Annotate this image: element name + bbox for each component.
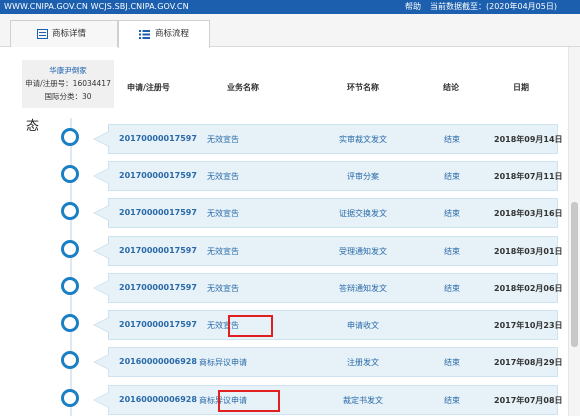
timeline-node xyxy=(61,128,79,146)
table-header: 申请/注册号 业务名称 环节名称 结论 日期 xyxy=(0,62,580,106)
row-date: 2017年07月08日 xyxy=(494,396,563,405)
col-registration-number: 申请/注册号 xyxy=(127,83,170,92)
timeline-node xyxy=(61,277,79,295)
row-conclusion: 结束 xyxy=(444,396,460,405)
tab-trademark-details[interactable]: 商标详情 xyxy=(10,20,118,47)
row-conclusion: 结束 xyxy=(444,284,460,293)
timeline-node xyxy=(61,165,79,183)
col-business-name: 业务名称 xyxy=(227,83,259,92)
data-as-of: 当前数据截至：(2020年04月05日) xyxy=(430,2,557,11)
timeline-node xyxy=(61,351,79,369)
row-conclusion: 结束 xyxy=(444,135,460,144)
table-row: 20170000017597 无效宣告 实审裁文发文 结束 2018年09月14… xyxy=(93,124,563,154)
table-row: 20170000017597 无效宣告 答辩通知发文 结束 2018年02月06… xyxy=(93,273,563,303)
highlight-box xyxy=(228,315,273,337)
timeline-line xyxy=(70,118,72,416)
list-icon xyxy=(139,30,150,39)
table-row: 20170000017597 无效宣告 受理通知发文 结束 2018年03月01… xyxy=(93,236,563,266)
table-row: 20160000006928 商标异议申请 裁定书发文 结束 2017年07月0… xyxy=(93,385,563,415)
row-date: 2018年07月11日 xyxy=(494,172,563,181)
table-row: 20170000017597 无效宣告 评审分案 结束 2018年07月11日 xyxy=(93,161,563,191)
vertical-scrollbar[interactable] xyxy=(568,47,580,416)
table-row: 20170000017597 无效宣告 证据交换发文 结束 2018年03月16… xyxy=(93,198,563,228)
help-link[interactable]: 帮助 xyxy=(405,0,421,14)
row-conclusion: 结束 xyxy=(444,358,460,367)
tab-label: 商标流程 xyxy=(155,29,190,39)
row-date: 2018年03月16日 xyxy=(494,209,563,218)
tab-bar: 商标详情 商标流程 xyxy=(0,14,580,48)
timeline-status-label: 态 xyxy=(26,119,40,134)
col-conclusion: 结论 xyxy=(443,83,459,92)
timeline-node xyxy=(61,314,79,332)
row-conclusion: 结束 xyxy=(444,209,460,218)
row-conclusion: 结束 xyxy=(444,172,460,181)
row-conclusion: 结束 xyxy=(444,247,460,256)
top-bar: WWW.CNIPA.GOV.CN WCJS.SBJ.CNIPA.GOV.CN 帮… xyxy=(0,0,580,14)
row-date: 2018年02月06日 xyxy=(494,284,563,293)
table-row: 20160000006928 商标异议申请 注册发文 结束 2017年08月29… xyxy=(93,347,563,377)
highlight-box xyxy=(218,390,280,412)
site-url: WWW.CNIPA.GOV.CN WCJS.SBJ.CNIPA.GOV.CN xyxy=(4,2,189,11)
scrollbar-thumb[interactable] xyxy=(571,202,578,347)
tab-trademark-process[interactable]: 商标流程 xyxy=(118,20,210,48)
row-date: 2018年09月14日 xyxy=(494,135,563,144)
tab-label: 商标详情 xyxy=(52,29,87,39)
row-date: 2017年10月23日 xyxy=(494,321,563,330)
table-row: 20170000017597 无效宣告 申请收文 2017年10月23日 xyxy=(93,310,563,340)
timeline-node xyxy=(61,202,79,220)
col-date: 日期 xyxy=(513,83,529,92)
timeline-node xyxy=(61,240,79,258)
row-date: 2017年08月29日 xyxy=(494,358,563,367)
document-icon xyxy=(37,29,48,39)
timeline-node xyxy=(61,389,79,407)
col-step-name: 环节名称 xyxy=(347,83,379,92)
row-date: 2018年03月01日 xyxy=(494,247,563,256)
